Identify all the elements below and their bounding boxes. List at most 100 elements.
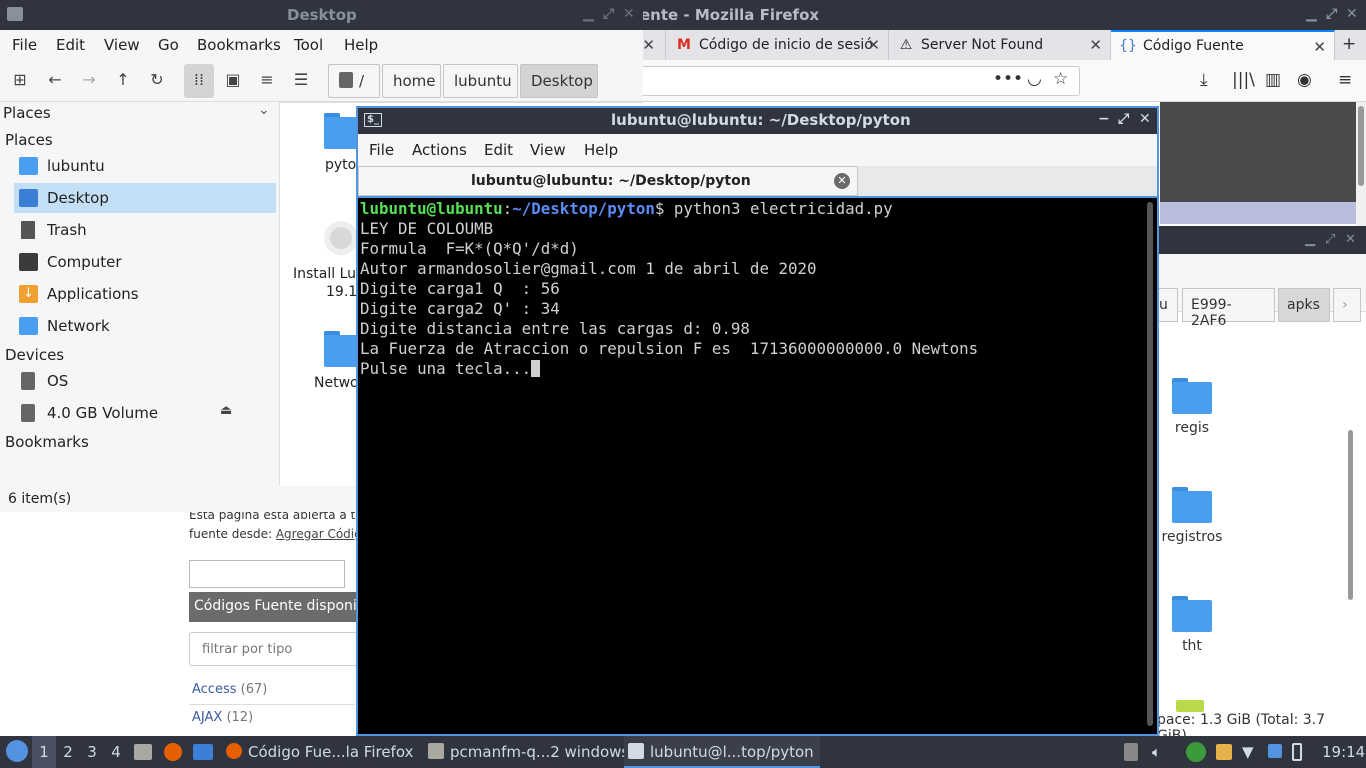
minimize-icon[interactable]: − xyxy=(1098,111,1110,127)
firefox-launcher-icon[interactable] xyxy=(164,743,182,761)
sidebar-icon[interactable]: ▥ xyxy=(1265,70,1281,90)
minimize-icon[interactable]: ▁ xyxy=(583,6,594,22)
workspace-1[interactable]: 1 xyxy=(32,736,56,768)
page-input[interactable] xyxy=(189,560,345,588)
file-manager-2-scrollbar[interactable] xyxy=(1348,430,1353,600)
download-icon[interactable]: ⤓ xyxy=(1200,70,1208,90)
menu-edit[interactable]: Edit xyxy=(56,36,85,54)
wifi-icon[interactable]: ▼ xyxy=(1242,743,1254,761)
minimize-icon[interactable]: ▁ xyxy=(1306,6,1317,22)
library-icon[interactable]: |||\ xyxy=(1232,70,1255,90)
folder-icon[interactable] xyxy=(1172,378,1212,414)
battery-icon[interactable] xyxy=(1292,743,1302,761)
filter-input[interactable]: filtrar por tipo xyxy=(189,632,369,666)
category-item[interactable]: Access (67) xyxy=(192,682,267,697)
hamburger-menu-icon[interactable]: ≡ xyxy=(1338,70,1352,90)
new-tab-icon[interactable]: + xyxy=(1342,34,1356,54)
close-icon[interactable]: ✕ xyxy=(1089,36,1102,54)
category-item[interactable]: AJAX (12) xyxy=(192,710,253,725)
menu-edit[interactable]: Edit xyxy=(484,141,513,159)
breadcrumb-desktop[interactable]: Desktop xyxy=(520,64,598,98)
file-label[interactable]: pyto xyxy=(325,157,356,173)
close-icon[interactable]: ✕ xyxy=(867,36,880,54)
file-label-line2[interactable]: 19.1 xyxy=(326,284,357,300)
folder-label[interactable]: registros xyxy=(1152,529,1232,545)
desktop-launcher-icon[interactable] xyxy=(193,744,213,760)
firefox-tab-codigo-fuente[interactable]: {} Código Fuente ✕ xyxy=(1111,30,1335,60)
menu-help[interactable]: Help xyxy=(584,141,618,159)
close-icon[interactable]: ✕ xyxy=(623,6,635,22)
file-label[interactable]: Netwo xyxy=(314,375,359,391)
close-tab-icon[interactable]: ✕ xyxy=(834,173,850,189)
thumbnail-view-icon[interactable]: ▣ xyxy=(222,70,244,89)
menu-actions[interactable]: Actions xyxy=(412,141,467,159)
start-menu-icon[interactable] xyxy=(6,740,28,762)
menu-bookmarks[interactable]: Bookmarks xyxy=(197,36,281,54)
firefox-tab-server-not-found[interactable]: ⚠ Server Not Found ✕ xyxy=(889,30,1111,60)
detailed-list-view-icon[interactable]: ☰ xyxy=(290,70,312,89)
reload-icon[interactable]: ↻ xyxy=(146,70,168,89)
maximize-icon[interactable]: ⤢ xyxy=(603,6,614,22)
clock[interactable]: 19:14 xyxy=(1322,743,1365,761)
removable-drive-icon[interactable] xyxy=(1124,743,1138,761)
maximize-icon[interactable]: ⤢ xyxy=(1118,111,1129,127)
menu-help[interactable]: Help xyxy=(344,36,378,54)
notification-icon[interactable] xyxy=(1268,744,1282,758)
icon-view-icon[interactable]: ⁞⁞ xyxy=(184,64,214,98)
terminal-output[interactable]: lubuntu@lubuntu:~/Desktop/pyton$ python3… xyxy=(358,196,1157,734)
maximize-icon[interactable]: ⤢ xyxy=(1326,6,1337,22)
eject-icon[interactable]: ⏏ xyxy=(220,403,232,418)
menu-file[interactable]: File xyxy=(369,141,394,159)
compact-view-icon[interactable]: ≡ xyxy=(256,70,278,89)
file-label[interactable]: Install Lu xyxy=(293,266,356,282)
terminal-scrollbar[interactable] xyxy=(1147,202,1153,726)
menu-go[interactable]: Go xyxy=(158,36,179,54)
account-icon[interactable]: ◉ xyxy=(1297,70,1312,90)
sidebar-item-volume[interactable]: 4.0 GB Volume ⏏ xyxy=(14,398,276,428)
page-actions-icon[interactable]: ••• xyxy=(993,69,1023,89)
task-pcmanfm[interactable]: pcmanfm-q...2 windows xyxy=(428,736,629,768)
category-name[interactable]: AJAX xyxy=(192,710,222,725)
file-manager-launcher-icon[interactable] xyxy=(134,744,152,760)
menu-tool[interactable]: Tool xyxy=(294,36,323,54)
update-manager-icon[interactable] xyxy=(1186,742,1206,762)
sidebar-item-network[interactable]: Network xyxy=(14,311,276,341)
sidebar-item-computer[interactable]: Computer xyxy=(14,247,276,277)
folder-icon[interactable] xyxy=(1172,487,1212,523)
minimize-icon[interactable]: ▁ xyxy=(1305,232,1315,247)
close-icon[interactable]: ✕ xyxy=(1313,38,1326,56)
firefox-tab-gmail[interactable]: M Código de inicio de sesió ✕ xyxy=(667,30,889,60)
menu-view[interactable]: View xyxy=(104,36,140,54)
close-icon[interactable]: ✕ xyxy=(642,36,655,54)
close-icon[interactable]: ✕ xyxy=(1345,232,1356,247)
folder-label[interactable]: regis xyxy=(1152,420,1232,436)
folder-label[interactable]: tht xyxy=(1152,638,1232,654)
maximize-icon[interactable]: ⤢ xyxy=(1325,232,1335,247)
breadcrumb-scroll-right-icon[interactable]: › xyxy=(1333,288,1361,322)
breadcrumb-home[interactable]: home xyxy=(382,64,441,98)
installer-icon[interactable] xyxy=(324,221,358,255)
workspace-4[interactable]: 4 xyxy=(104,736,128,768)
up-icon[interactable]: ↑ xyxy=(112,70,134,89)
sidebar-item-trash[interactable]: Trash xyxy=(14,215,276,245)
menu-view[interactable]: View xyxy=(530,141,566,159)
folder-icon[interactable] xyxy=(1172,596,1212,632)
menu-file[interactable]: File xyxy=(12,36,37,54)
breadcrumb-segment-active[interactable]: apks xyxy=(1278,288,1330,322)
places-dropdown[interactable]: Places xyxy=(3,104,51,122)
file-icon[interactable] xyxy=(1176,700,1204,712)
volume-icon[interactable]: 🔈︎ xyxy=(1152,743,1161,761)
workspace-3[interactable]: 3 xyxy=(80,736,104,768)
workspace-2[interactable]: 2 xyxy=(56,736,80,768)
back-icon[interactable]: ← xyxy=(44,70,66,89)
sidebar-item-os[interactable]: OS xyxy=(14,366,276,396)
breadcrumb-lubuntu[interactable]: lubuntu xyxy=(443,64,518,98)
terminal-tab[interactable]: lubuntu@lubuntu: ~/Desktop/pyton ✕ xyxy=(358,166,858,196)
sidebar-item-applications[interactable]: ↓ Applications xyxy=(14,279,276,309)
scroll-thumb[interactable] xyxy=(1358,106,1364,186)
new-tab-icon[interactable]: ⊞ xyxy=(9,70,31,89)
chevron-down-icon[interactable]: ⌄ xyxy=(258,102,270,118)
category-name[interactable]: Access xyxy=(192,682,237,697)
close-icon[interactable]: ✕ xyxy=(1139,111,1151,127)
task-terminal[interactable]: lubuntu@l...top/pyton xyxy=(624,736,820,768)
